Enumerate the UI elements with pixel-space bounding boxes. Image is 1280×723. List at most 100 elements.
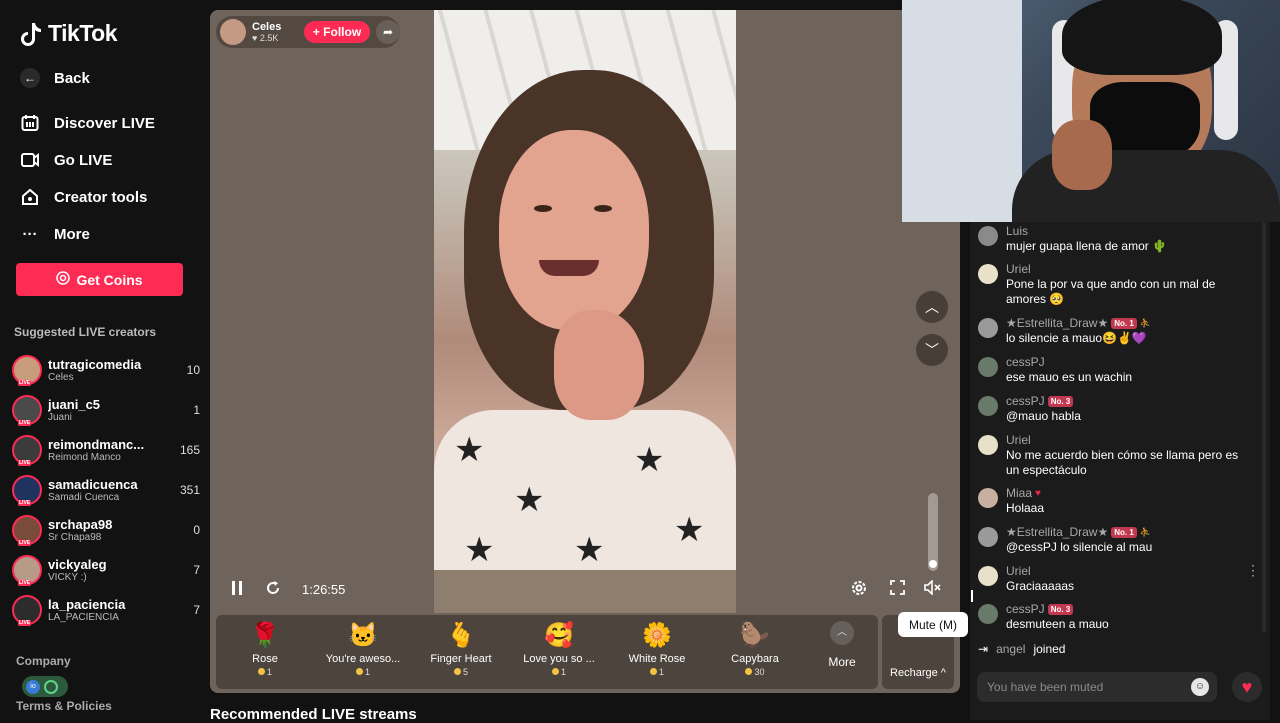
chat-avatar[interactable] [978, 435, 998, 455]
refresh-button[interactable] [262, 578, 284, 602]
chat-username-row[interactable]: Miaa ♥ [1006, 486, 1041, 500]
footer-company[interactable]: Company [16, 654, 71, 668]
chat-username-row[interactable]: ★Estrellita_Draw★ No. 1 ⛹ [1006, 316, 1151, 330]
next-stream-button[interactable]: ﹀ [916, 334, 948, 366]
more-gifts-button[interactable]: ︿ More [814, 621, 870, 669]
volume-handle[interactable] [929, 559, 937, 568]
creator-display-name: VICKY :) [48, 572, 87, 583]
joined-user: angel [996, 642, 1026, 656]
tiktok-logo[interactable]: TikTok [20, 20, 118, 47]
creator-avatar: LIVE [12, 355, 42, 386]
chat-username: Uriel [1006, 262, 1031, 276]
nav-discover-live[interactable]: Discover LIVE [20, 113, 155, 133]
chat-username-row[interactable]: cessPJ No. 3 [1006, 602, 1074, 616]
chat-username: Miaa [1006, 486, 1033, 500]
creator-info: vickyaleg VICKY :) [48, 557, 187, 583]
gift-item[interactable]: 🐱 You're aweso... 1 [318, 621, 408, 677]
nav-go-live[interactable]: Go LIVE [20, 150, 112, 170]
gift-name: White Rose [628, 653, 686, 665]
chat-avatar[interactable] [978, 604, 998, 624]
creator-name: samadicuenca [48, 477, 138, 492]
chat-text: Graciaaaaas [1006, 579, 1075, 593]
coin-icon [649, 668, 657, 675]
chat-avatar[interactable] [978, 566, 998, 586]
coin-icon [745, 668, 753, 675]
gift-item[interactable]: 🥰 Love you so ... 1 [514, 621, 604, 677]
creator-viewer-count: 0 [193, 523, 200, 537]
joined-text: joined [1033, 642, 1066, 656]
chat-username-row[interactable]: Uriel [1006, 564, 1031, 578]
nav-creator-tools[interactable]: Creator tools [20, 187, 147, 207]
back-button[interactable]: ← Back [20, 68, 90, 88]
chat-username-row[interactable]: Luis [1006, 224, 1028, 238]
chat-avatar[interactable] [978, 226, 998, 246]
heart-icon: ♥ [252, 33, 260, 43]
tiktok-wordmark: TikTok [48, 20, 118, 46]
overlay-widget[interactable]: io [22, 676, 68, 697]
rank-badge: No. 1 [1111, 317, 1137, 329]
mute-button[interactable] [922, 578, 944, 602]
live-player[interactable]: ★ ★ ★ ★ ★ ★ Celes ♥ 2.5K + Follow ➦ ︿ ﹀ [210, 10, 960, 693]
chat-avatar[interactable] [978, 488, 998, 508]
get-coins-label: Get Coins [76, 271, 143, 288]
suggested-creator[interactable]: LIVE la_paciencia LA_PACIENCIA 7 [12, 592, 200, 628]
chat-input[interactable]: You have been muted ☺ [977, 672, 1217, 702]
chat-username-row[interactable]: Uriel [1006, 433, 1031, 447]
overlay-app-icon: io [26, 679, 40, 694]
chat-scrollbar[interactable] [1262, 222, 1266, 632]
host-info-pill[interactable]: Celes ♥ 2.5K + Follow ➦ [216, 16, 400, 48]
chat-username: cessPJ [1006, 602, 1045, 616]
gift-icon: 🌼 [642, 622, 672, 649]
chat-username: cessPJ [1006, 355, 1045, 369]
ellipsis-icon: ··· [22, 225, 38, 243]
creator-display-name: Celes [48, 372, 74, 383]
gift-item[interactable]: 🦫 Capybara 30 [710, 621, 800, 677]
chat-username-row[interactable]: ★Estrellita_Draw★ No. 1 ⛹ [1006, 525, 1151, 539]
chat-avatar[interactable] [978, 527, 998, 547]
chat-username: ★Estrellita_Draw★ [1006, 525, 1109, 539]
gift-item[interactable]: 🫰 Finger Heart 5 [416, 621, 506, 677]
pause-button[interactable] [226, 578, 248, 602]
video-mouth [539, 260, 599, 276]
nav-label: Discover LIVE [54, 114, 155, 132]
suggested-creator[interactable]: LIVE samadicuenca Samadi Cuenca 351 [12, 472, 200, 508]
follow-button[interactable]: + Follow [304, 21, 370, 43]
like-heart-button[interactable]: ♥ [1232, 672, 1262, 702]
suggested-creator[interactable]: LIVE tutragicomedia Celes 10 [12, 352, 200, 388]
suggested-creator[interactable]: LIVE vickyaleg VICKY :) 7 [12, 552, 200, 588]
arrow-left-icon: ← [20, 68, 40, 88]
footer-terms[interactable]: Terms & Policies [16, 699, 112, 713]
previous-stream-button[interactable]: ︿ [916, 291, 948, 323]
suggested-creator[interactable]: LIVE reimondmanc... Reimond Manco 165 [12, 432, 200, 468]
emoji-icon[interactable]: ☺ [1191, 678, 1209, 696]
chat-username-row[interactable]: cessPJ [1006, 355, 1045, 369]
gift-item[interactable]: 🌼 White Rose 1 [612, 621, 702, 677]
host-likes: ♥ 2.5K [252, 33, 304, 43]
nav-more[interactable]: ··· More [20, 224, 90, 244]
live-badge: LIVE [18, 580, 32, 586]
chat-avatar[interactable] [978, 396, 998, 416]
gift-bar: 🌹 Rose 1 🐱 You're aweso... 1 🫰 Finger Heart 5 🥰 Lo… [216, 615, 878, 689]
settings-button[interactable] [848, 578, 870, 602]
gift-name: Finger Heart [430, 653, 492, 665]
share-icon[interactable]: ➦ [376, 20, 400, 44]
fullscreen-button[interactable] [886, 578, 908, 602]
suggested-creator[interactable]: LIVE juani_c5 Juani 1 [12, 392, 200, 428]
gift-item[interactable]: 🌹 Rose 1 [220, 621, 310, 677]
host-likes-count: 2.5K [259, 33, 279, 43]
coin-icon [453, 668, 461, 675]
volume-slider[interactable] [928, 493, 938, 571]
suggested-creator[interactable]: LIVE srchapa98 Sr Chapa98 0 [12, 512, 200, 548]
creator-info: juani_c5 Juani [48, 397, 187, 423]
chat-panel: Luis mujer guapa llena de amor 🌵 Uriel Pone… [970, 222, 1270, 720]
chat-avatar[interactable] [978, 318, 998, 338]
host-avatar[interactable] [220, 19, 246, 45]
rank-badge: No. 3 [1047, 395, 1074, 407]
chat-username-row[interactable]: Uriel [1006, 262, 1031, 276]
message-options-icon[interactable]: ⋮ [1246, 562, 1260, 579]
chat-username-row[interactable]: cessPJ No. 3 [1006, 394, 1074, 408]
get-coins-button[interactable]: Get Coins [16, 263, 183, 296]
gift-price: 30 [710, 667, 800, 677]
chat-avatar[interactable] [978, 264, 998, 284]
chat-avatar[interactable] [978, 357, 998, 377]
